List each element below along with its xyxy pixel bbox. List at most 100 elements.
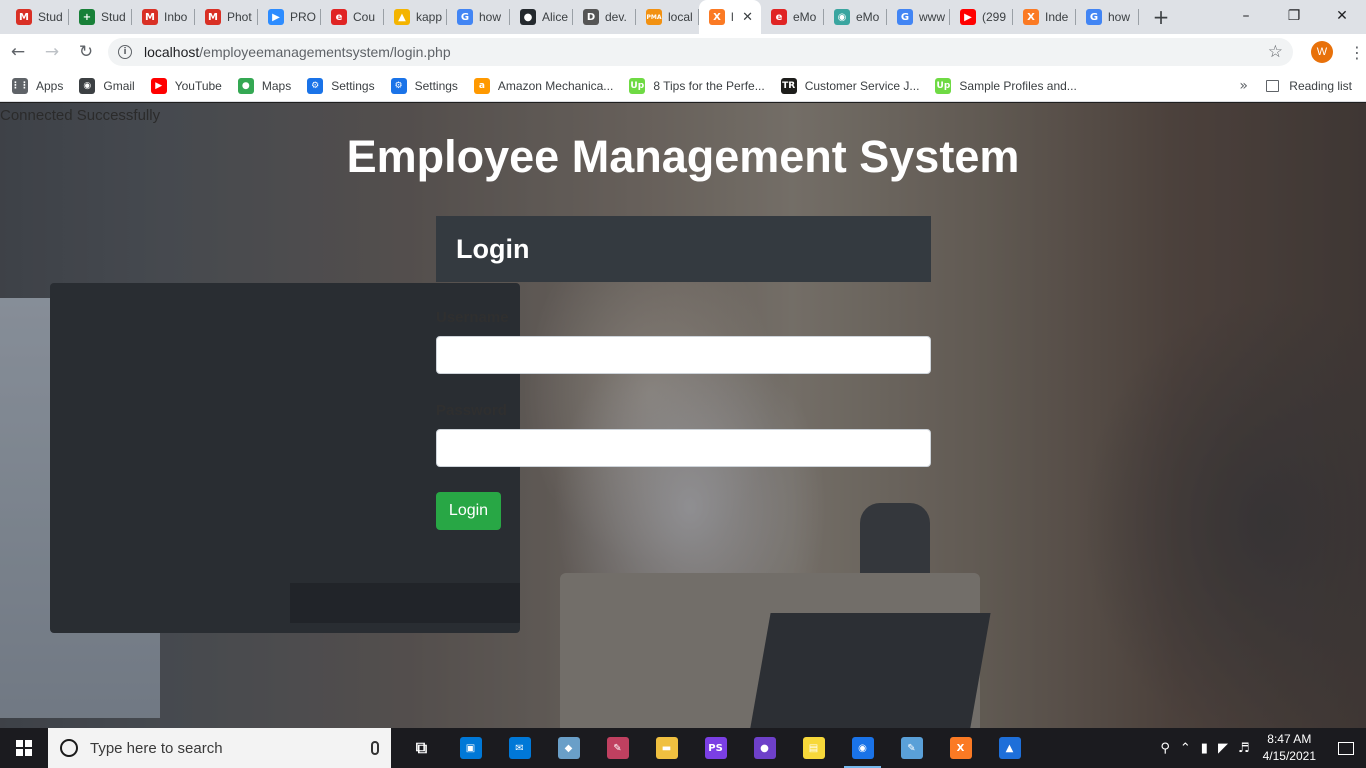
address-bar[interactable]: i localhost/employeemanagementsystem/log… xyxy=(108,38,1293,66)
forward-icon[interactable]: → xyxy=(36,36,68,68)
people-icon[interactable]: ⚲ xyxy=(1160,741,1170,756)
back-icon[interactable]: ← xyxy=(2,36,34,68)
bookmark-item[interactable]: ⋮⋮ Apps xyxy=(11,77,63,94)
paint-icon: ✎ xyxy=(606,737,629,759)
tab[interactable]: ▲ kapp xyxy=(384,0,447,34)
bookmark-label: Amazon Mechanica... xyxy=(497,78,614,93)
more-bookmarks-icon[interactable]: » xyxy=(1239,78,1248,94)
taskbar-app[interactable]: PS xyxy=(691,728,740,768)
bookmark-item[interactable]: Up Sample Profiles and... xyxy=(935,77,1077,94)
close-window-icon[interactable]: ✕ xyxy=(1318,0,1366,32)
xampp-icon: X xyxy=(709,9,725,25)
tab[interactable]: M Stud xyxy=(6,0,69,34)
tab-title: how xyxy=(1108,10,1131,24)
bookmark-item[interactable]: TR Customer Service J... xyxy=(780,77,919,94)
edx-icon: e xyxy=(331,9,347,25)
reading-list-button[interactable]: Reading list xyxy=(1266,79,1352,93)
globe-icon: ◉ xyxy=(79,77,96,94)
taskbar-app[interactable]: ✎ xyxy=(593,728,642,768)
tab[interactable]: e Cou xyxy=(321,0,384,34)
volume-icon[interactable]: ♬ xyxy=(1238,741,1250,756)
minimize-icon[interactable]: – xyxy=(1222,0,1270,32)
tab-title: local xyxy=(668,10,693,24)
taskbar-app[interactable]: ◉ xyxy=(838,728,887,768)
url-text[interactable]: localhost/employeemanagementsystem/login… xyxy=(144,44,451,60)
reading-list-label: Reading list xyxy=(1289,78,1352,93)
bookmark-item[interactable]: ▶ YouTube xyxy=(150,77,222,94)
xampp-icon: X xyxy=(949,737,972,759)
windows-logo-icon xyxy=(16,740,32,756)
sticky-notes-icon: ▤ xyxy=(802,737,825,759)
tab[interactable]: PMA local xyxy=(636,0,699,34)
tab[interactable]: Ghow xyxy=(447,0,510,34)
taskbar-app[interactable]: ✎ xyxy=(887,728,936,768)
mail-icon: ✉ xyxy=(508,737,531,759)
start-button[interactable] xyxy=(0,728,48,768)
username-input[interactable] xyxy=(436,336,931,374)
bookmark-item[interactable]: ⚙ Settings xyxy=(307,77,375,94)
tab-active[interactable]: Xl ✕ xyxy=(699,0,761,34)
taskbar-app[interactable]: ● xyxy=(740,728,789,768)
taskbar-app[interactable]: ◆ xyxy=(544,728,593,768)
taskbar-app[interactable]: ⧉ xyxy=(397,728,446,768)
notifications-icon[interactable] xyxy=(1326,741,1366,755)
bookmark-label: Gmail xyxy=(103,78,135,93)
taskbar-app[interactable]: ▲ xyxy=(985,728,1034,768)
bookmark-item[interactable]: a Amazon Mechanica... xyxy=(473,77,614,94)
taskbar-search[interactable]: Type here to search xyxy=(48,728,391,768)
taskbar-app[interactable]: ▤ xyxy=(789,728,838,768)
microphone-icon[interactable] xyxy=(371,741,379,755)
bookmark-label: 8 Tips for the Perfe... xyxy=(653,78,765,93)
tab-title: how xyxy=(479,10,502,24)
window-controls: – ❐ ✕ xyxy=(1222,0,1366,32)
tab[interactable]: ◉ eMo xyxy=(824,0,887,34)
taskbar-app[interactable]: ▬ xyxy=(642,728,691,768)
tab[interactable]: M Phot xyxy=(195,0,258,34)
bookmark-item[interactable]: ◉ Gmail xyxy=(79,77,135,94)
google-icon: G xyxy=(1086,9,1102,25)
taskbar-app[interactable]: ▣ xyxy=(446,728,495,768)
tab[interactable]: Gwww xyxy=(887,0,950,34)
browser-menu-icon[interactable]: ⋮ xyxy=(1349,43,1365,62)
google-icon: G xyxy=(457,9,473,25)
system-tray: ⚲ ⌃ ▮ ◤ ♬ 8:47 AM 4/15/2021 xyxy=(1155,728,1366,768)
close-tab-icon[interactable]: ✕ xyxy=(742,10,753,25)
bookmark-item[interactable]: ⚙ Settings xyxy=(390,77,458,94)
site-info-icon[interactable]: i xyxy=(118,45,132,59)
paint-palette-icon: ✎ xyxy=(900,737,923,759)
tab[interactable]: Ddev. xyxy=(573,0,636,34)
tab[interactable]: e eMo xyxy=(761,0,824,34)
tab[interactable]: X Inde xyxy=(1013,0,1076,34)
gmail-icon: M xyxy=(16,9,32,25)
login-button[interactable]: Login xyxy=(436,492,501,530)
profile-avatar[interactable]: W xyxy=(1311,41,1333,63)
tab-title: Alice xyxy=(542,10,569,24)
clock[interactable]: 8:47 AM 4/15/2021 xyxy=(1263,731,1316,765)
tab[interactable]: M Inbo xyxy=(132,0,195,34)
tab-title: PRO xyxy=(290,10,317,24)
tab[interactable]: + Stud xyxy=(69,0,132,34)
globe-icon: ◉ xyxy=(834,9,850,25)
restore-icon[interactable]: ❐ xyxy=(1270,0,1318,32)
taskbar-app[interactable]: X xyxy=(936,728,985,768)
taskbar-apps: ⧉ ▣ ✉ ◆ ✎ ▬ PS ● ▤ ◉ ✎ X ▲ xyxy=(397,728,1034,768)
new-tab-button[interactable]: + xyxy=(1147,3,1175,31)
bookmark-item[interactable]: ● Maps xyxy=(237,77,291,94)
tab[interactable]: ▶ (299 xyxy=(950,0,1013,34)
tab[interactable]: ● Alice xyxy=(510,0,573,34)
battery-icon[interactable]: ▮ xyxy=(1201,741,1208,756)
taskbar-app[interactable]: ✉ xyxy=(495,728,544,768)
tab[interactable]: Ghow xyxy=(1076,0,1139,34)
tab-title: Inde xyxy=(1045,10,1069,24)
show-hidden-icons-icon[interactable]: ⌃ xyxy=(1180,741,1191,756)
login-card-header: Login xyxy=(436,216,931,282)
bookmark-item[interactable]: Up 8 Tips for the Perfe... xyxy=(629,77,765,94)
bookmark-star-icon[interactable]: ☆ xyxy=(1268,42,1283,62)
wifi-icon[interactable]: ◤ xyxy=(1218,741,1228,756)
reload-icon[interactable]: ↻ xyxy=(70,36,102,68)
tab[interactable]: ▶ PRO xyxy=(258,0,321,34)
bookmark-label: Sample Profiles and... xyxy=(959,78,1077,93)
app-icon: ◆ xyxy=(557,737,580,759)
url-path: /employeemanagementsystem/login.php xyxy=(199,44,451,60)
password-input[interactable] xyxy=(436,429,931,467)
